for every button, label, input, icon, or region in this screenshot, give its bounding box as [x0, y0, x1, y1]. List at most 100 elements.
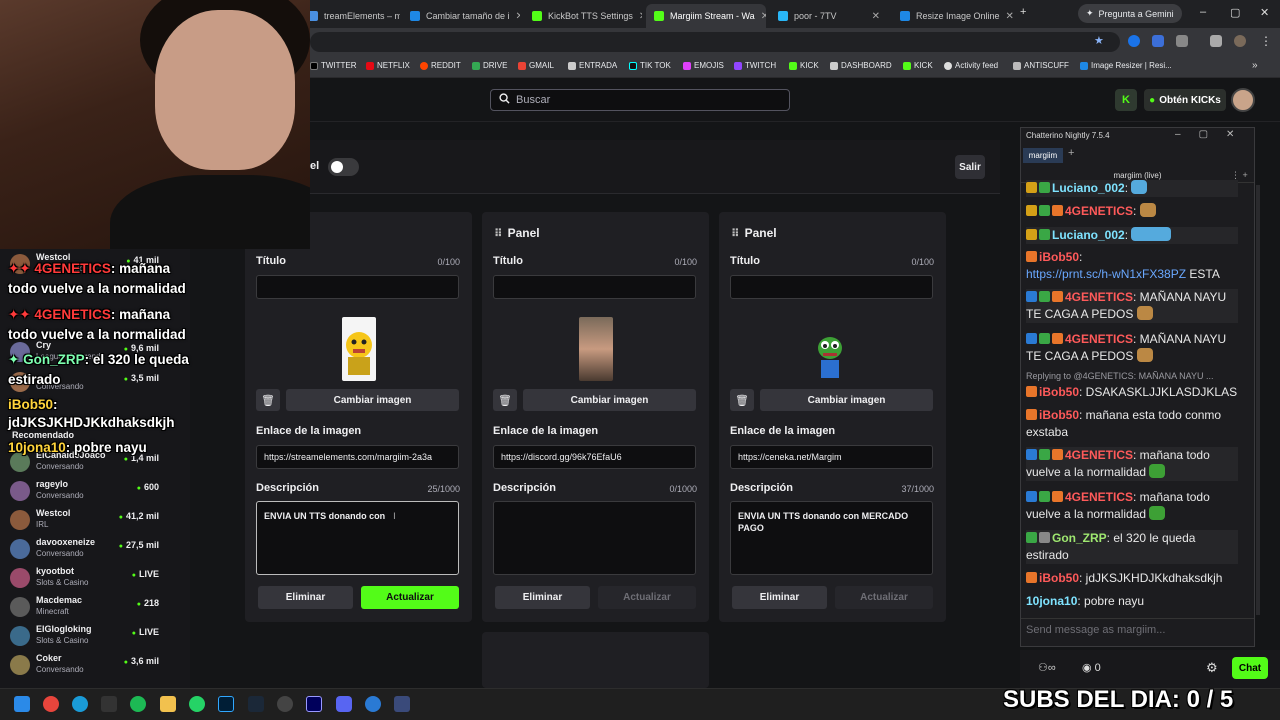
- chat-username[interactable]: Luciano_002: [1052, 228, 1125, 242]
- change-image-button[interactable]: Cambiar imagen: [286, 389, 459, 411]
- chat-username[interactable]: 4GENETICS: [1065, 490, 1133, 504]
- close-icon[interactable]: ✕: [639, 11, 642, 22]
- bookmark-item[interactable]: KICK: [903, 61, 933, 70]
- restore-icon[interactable]: ▢: [1230, 6, 1240, 19]
- new-tab-icon[interactable]: +: [1020, 6, 1026, 18]
- browser-tab[interactable]: Resize Image Online ✕: [892, 4, 1014, 28]
- browser-tab-active[interactable]: Margiim Stream - Wa ✕: [646, 4, 766, 28]
- discord-icon[interactable]: [336, 696, 352, 712]
- menu-dots-icon[interactable]: ⋮: [1260, 34, 1272, 48]
- chat-username[interactable]: 10jona10: [1026, 594, 1077, 608]
- title-input[interactable]: [256, 275, 459, 299]
- sidebar-channel[interactable]: davooxeneize Conversando 27,5 mil: [10, 536, 185, 562]
- premiere-icon[interactable]: [306, 696, 322, 712]
- profile-icon[interactable]: [1234, 35, 1246, 47]
- sidebar-channel[interactable]: rageylo Conversando 600: [10, 478, 185, 504]
- steam-icon[interactable]: [248, 696, 264, 712]
- bookmark-item[interactable]: NETFLIX: [366, 61, 410, 70]
- get-kicks-button[interactable]: ● Obtén KICKs: [1144, 89, 1226, 111]
- whatsapp-icon[interactable]: [189, 696, 205, 712]
- add-tab-icon[interactable]: +: [1068, 147, 1074, 159]
- link-input[interactable]: https://ceneka.net/Margim: [730, 445, 933, 469]
- title-input[interactable]: [493, 275, 696, 299]
- close-icon[interactable]: ✕: [761, 11, 766, 22]
- delete-image-icon[interactable]: 🗑: [493, 389, 517, 411]
- gear-icon[interactable]: ⚙: [1206, 660, 1218, 676]
- bookmark-item[interactable]: DASHBOARD: [830, 61, 892, 70]
- bookmark-item[interactable]: TWITCH: [734, 61, 776, 70]
- chrome-icon[interactable]: [43, 696, 59, 712]
- bookmark-item[interactable]: TWITTER: [310, 61, 357, 70]
- chat-username[interactable]: 4GENETICS: [1065, 448, 1133, 462]
- title-input[interactable]: [730, 275, 933, 299]
- bookmark-item[interactable]: DRIVE: [472, 61, 507, 70]
- chat-username[interactable]: iBob50: [1039, 250, 1079, 264]
- description-textarea[interactable]: ENVIA UN TTS donando con I: [256, 501, 459, 575]
- search-input[interactable]: Buscar: [490, 89, 790, 111]
- bookmark-item[interactable]: ANTISCUFF: [1013, 61, 1069, 70]
- link-input[interactable]: https://streamelements.com/margiim-2a3a: [256, 445, 459, 469]
- change-image-button[interactable]: Cambiar imagen: [760, 389, 933, 411]
- chat-username[interactable]: Luciano_002: [1052, 181, 1125, 195]
- chat-scrollbar[interactable]: [1256, 185, 1260, 615]
- chat-username[interactable]: iBob50: [1039, 571, 1079, 585]
- chat-username[interactable]: 4GENETICS: [1065, 204, 1133, 218]
- chat-username[interactable]: iBob50: [1039, 385, 1079, 399]
- minimize-icon[interactable]: –: [1200, 6, 1206, 18]
- windows-start-icon[interactable]: [14, 696, 30, 712]
- link-input[interactable]: https://discord.gg/96k76EfaU6: [493, 445, 696, 469]
- chat-input[interactable]: Send message as margiim...: [1021, 618, 1254, 646]
- sidebar-channel[interactable]: Coker Conversando 3,6 mil: [10, 652, 185, 678]
- notepad-icon[interactable]: [394, 696, 410, 712]
- drag-handle-icon[interactable]: ⠿: [731, 227, 740, 240]
- users-icon[interactable]: ⚇∞: [1038, 661, 1056, 674]
- delete-button[interactable]: Eliminar: [495, 586, 590, 609]
- file-explorer-icon[interactable]: [160, 696, 176, 712]
- delete-image-icon[interactable]: 🗑: [256, 389, 280, 411]
- chat-username[interactable]: 4GENETICS: [1065, 290, 1133, 304]
- taskbar-app-icon[interactable]: [101, 696, 117, 712]
- obs-icon[interactable]: [277, 696, 293, 712]
- send-chat-button[interactable]: Chat: [1232, 657, 1268, 679]
- spotify-icon[interactable]: [130, 696, 146, 712]
- update-button[interactable]: Actualizar: [361, 586, 459, 609]
- download-icon[interactable]: [1210, 35, 1222, 47]
- bookmark-star-icon[interactable]: ★: [1094, 34, 1104, 47]
- extension-icon[interactable]: [1128, 35, 1140, 47]
- update-button[interactable]: Actualizar: [598, 586, 696, 609]
- url-input[interactable]: [310, 32, 1120, 52]
- browser-tab[interactable]: Cambiar tamaño de i ✕: [402, 4, 520, 28]
- window-close-icon[interactable]: ✕: [1260, 6, 1269, 19]
- bookmark-item[interactable]: Activity feed: [944, 61, 998, 70]
- drag-handle-icon[interactable]: ⠿: [494, 227, 503, 240]
- extension-icon[interactable]: [1152, 35, 1164, 47]
- browser-tab[interactable]: poor - 7TV ✕: [770, 4, 888, 28]
- sidebar-channel[interactable]: kyootbot Slots & Casino LIVE: [10, 565, 185, 591]
- chat-username[interactable]: Gon_ZRP: [1052, 531, 1107, 545]
- chat-username[interactable]: iBob50: [1039, 408, 1079, 422]
- close-icon[interactable]: ✕: [1226, 129, 1234, 140]
- chat-link[interactable]: https://prnt.sc/h-wN1xFX38PZ: [1026, 267, 1186, 281]
- exit-button[interactable]: Salir: [955, 155, 985, 179]
- minimize-icon[interactable]: –: [1175, 129, 1181, 140]
- delete-button[interactable]: Eliminar: [732, 586, 827, 609]
- bookmark-item[interactable]: GMAIL: [518, 61, 554, 70]
- chat-username[interactable]: 4GENETICS: [1065, 332, 1133, 346]
- close-icon[interactable]: ✕: [1006, 11, 1014, 22]
- chatterino-tab[interactable]: margiim: [1023, 148, 1063, 163]
- restore-icon[interactable]: ▢: [1199, 129, 1208, 140]
- bookmarks-overflow-icon[interactable]: »: [1252, 60, 1258, 71]
- bookmark-item[interactable]: ENTRADA: [568, 61, 617, 70]
- bookmark-item[interactable]: EMOJIS: [683, 61, 724, 70]
- bookmark-item[interactable]: TIK TOK: [629, 61, 671, 70]
- gemini-button[interactable]: ✦ Pregunta a Gemini: [1078, 4, 1182, 23]
- description-textarea[interactable]: ENVIA UN TTS donando con MERCADO PAGO: [730, 501, 933, 575]
- bookmark-item[interactable]: REDDIT: [420, 61, 461, 70]
- chatterino-app-icon[interactable]: [365, 696, 381, 712]
- bookmark-item[interactable]: KICK: [789, 61, 819, 70]
- browser-tab[interactable]: treamElements – ma✕: [300, 4, 400, 28]
- kick-store-icon[interactable]: K: [1115, 89, 1137, 111]
- delete-button[interactable]: Eliminar: [258, 586, 353, 609]
- sidebar-channel[interactable]: Westcol IRL 41,2 mil: [10, 507, 185, 533]
- edge-icon[interactable]: [72, 696, 88, 712]
